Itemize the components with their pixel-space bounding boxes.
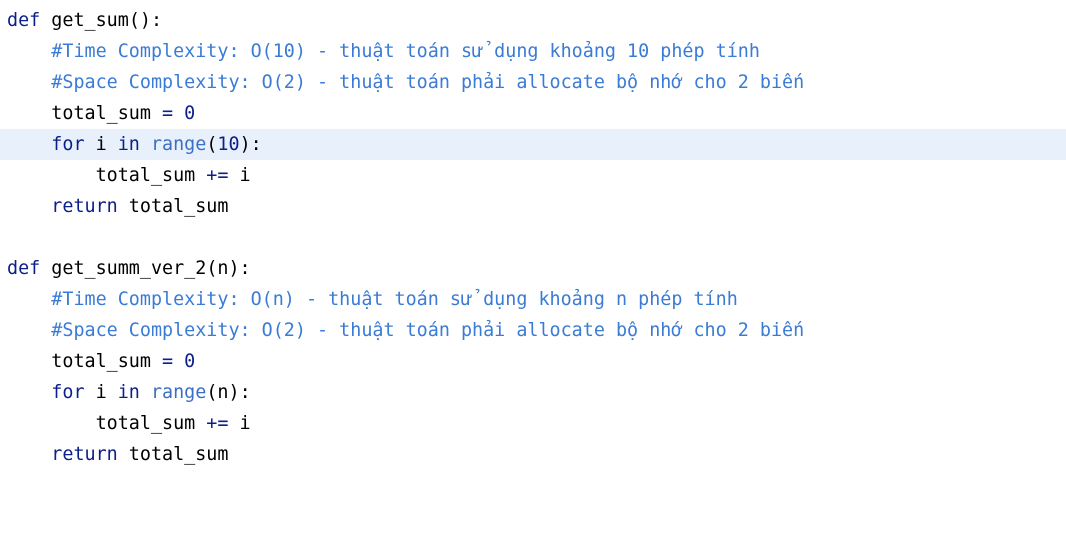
def-keyword: def <box>7 258 41 279</box>
for-keyword: for <box>51 134 85 155</box>
code-line-comment-time[interactable]: #Time Complexity: O(n) - thuật toán sử d… <box>0 284 1066 315</box>
plus-assign-operator: += <box>195 165 240 186</box>
range-open: ( <box>206 382 218 403</box>
code-line-init[interactable]: total_sum = 0 <box>0 98 1066 129</box>
function-name: get_summ_ver_2 <box>51 258 207 279</box>
code-editor[interactable]: def get_sum(): #Time Complexity: O(10) -… <box>0 0 1066 558</box>
range-close: ): <box>228 382 251 403</box>
function-params: (): <box>128 10 163 31</box>
variable-total-sum: total_sum <box>95 413 196 434</box>
plus-assign-operator: += <box>195 413 240 434</box>
variable-total-sum: total_sum <box>51 103 151 124</box>
loop-variable: i <box>239 165 251 186</box>
loop-variable: i <box>84 382 118 403</box>
range-open: ( <box>206 134 218 155</box>
range-argument: 10 <box>217 134 240 155</box>
assign-operator: = <box>150 103 185 124</box>
code-line-init[interactable]: total_sum = 0 <box>0 346 1066 377</box>
code-line-accumulate[interactable]: total_sum += i <box>0 160 1066 191</box>
loop-variable: i <box>84 134 118 155</box>
def-keyword: def <box>7 10 41 31</box>
code-line-return[interactable]: return total_sum <box>0 439 1066 470</box>
return-value: total_sum <box>117 196 229 217</box>
in-keyword: in <box>117 382 140 403</box>
code-line-blank[interactable] <box>0 222 1066 253</box>
function-params: (n): <box>206 258 251 279</box>
return-value: total_sum <box>117 444 229 465</box>
code-line-def-get-summ-ver-2[interactable]: def get_summ_ver_2(n): <box>0 253 1066 284</box>
in-keyword: in <box>117 134 140 155</box>
number-literal: 0 <box>184 103 196 124</box>
comment-time-complexity: #Time Complexity: O(10) - thuật toán sử … <box>51 41 760 62</box>
range-builtin: range <box>150 134 207 155</box>
code-line-comment-space[interactable]: #Space Complexity: O(2) - thuật toán phả… <box>0 67 1066 98</box>
code-line-accumulate[interactable]: total_sum += i <box>0 408 1066 439</box>
comment-space-complexity: #Space Complexity: O(2) - thuật toán phả… <box>51 320 805 341</box>
loop-variable: i <box>239 413 251 434</box>
code-line-def-get-sum[interactable]: def get_sum(): <box>0 5 1066 36</box>
variable-total-sum: total_sum <box>95 165 196 186</box>
range-argument: n <box>217 382 229 403</box>
comment-time-complexity: #Time Complexity: O(n) - thuật toán sử d… <box>51 289 738 310</box>
number-literal: 0 <box>184 351 196 372</box>
range-close: ): <box>239 134 262 155</box>
assign-operator: = <box>150 351 185 372</box>
code-line-return[interactable]: return total_sum <box>0 191 1066 222</box>
range-builtin: range <box>150 382 207 403</box>
function-name: get_sum <box>51 10 129 31</box>
return-keyword: return <box>51 196 118 217</box>
code-line-comment-space[interactable]: #Space Complexity: O(2) - thuật toán phả… <box>0 315 1066 346</box>
return-keyword: return <box>51 444 118 465</box>
for-keyword: for <box>51 382 85 403</box>
comment-space-complexity: #Space Complexity: O(2) - thuật toán phả… <box>51 72 805 93</box>
code-line-comment-time[interactable]: #Time Complexity: O(10) - thuật toán sử … <box>0 36 1066 67</box>
variable-total-sum: total_sum <box>51 351 151 372</box>
code-line-for[interactable]: for i in range(n): <box>0 377 1066 408</box>
code-line-for-current[interactable]: for i in range(10): <box>0 129 1066 160</box>
